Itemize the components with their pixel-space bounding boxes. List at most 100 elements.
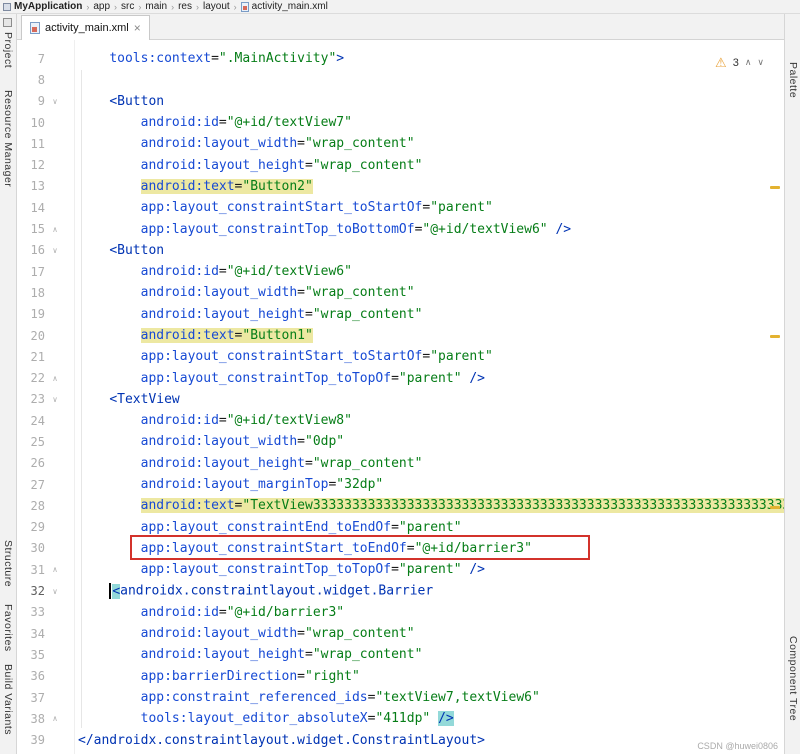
code-text: android:id="@+id/textView6" (140, 264, 352, 280)
tool-button-favorites[interactable]: Favorites (2, 604, 14, 652)
code-text: android:layout_width="wrap_content" (140, 626, 415, 642)
line-number: 27 (30, 477, 45, 492)
inspections-widget[interactable]: ⚠ 3 ∧ ∨ (715, 56, 764, 69)
breadcrumb-separator: › (233, 1, 237, 12)
fold-down-icon[interactable]: ∨ (45, 395, 65, 404)
chevron-up-icon[interactable]: ∧ (745, 58, 752, 67)
fold-down-icon[interactable]: ∨ (45, 246, 65, 255)
code-text: android:layout_height="wrap_content" (140, 455, 423, 471)
watermark: CSDN @huwei0806 (697, 741, 778, 751)
code-line[interactable]: 27 android:layout_marginTop="32dp" (17, 474, 784, 495)
code-text: app:layout_constraintTop_toTopOf="parent… (140, 370, 486, 386)
code-line[interactable]: 13 android:text="Button2" (17, 176, 784, 197)
breadcrumb-separator: › (114, 1, 118, 12)
line-number: 8 (37, 72, 45, 87)
code-line[interactable]: 18 android:layout_width="wrap_content" (17, 282, 784, 303)
android-studio-window: MyApplication › app › src › main › res ›… (0, 0, 800, 754)
code-text: <TextView (109, 391, 180, 407)
code-text: <Button (109, 242, 165, 258)
stripe-warning-mark[interactable] (770, 506, 780, 509)
line-number: 19 (30, 307, 45, 322)
line-number: 31 (30, 562, 45, 577)
tool-button-project[interactable]: Project (2, 32, 14, 68)
code-line[interactable]: 33 android:id="@+id/barrier3" (17, 602, 784, 623)
code-line[interactable]: 21 app:layout_constraintStart_toStartOf="… (17, 346, 784, 367)
code-line[interactable]: 36 app:barrierDirection="right" (17, 666, 784, 687)
layout-file-icon (240, 1, 249, 12)
code-line[interactable]: 25 android:layout_width="0dp" (17, 431, 784, 452)
line-number: 18 (30, 285, 45, 300)
code-text: android:layout_height="wrap_content" (140, 157, 423, 173)
breadcrumb-item-src[interactable]: src (121, 1, 134, 12)
code-text: <androidx.constraintlayout.widget.Barrie… (78, 583, 433, 600)
breadcrumb-item-file[interactable]: activity_main.xml (252, 1, 328, 12)
code-line[interactable]: 37 app:constraint_referenced_ids="textVie… (17, 687, 784, 708)
line-number: 23 (30, 392, 45, 407)
tool-button-palette[interactable]: Palette (787, 62, 799, 98)
tool-button-component-tree[interactable]: Component Tree (787, 636, 799, 721)
line-number: 26 (30, 456, 45, 471)
fold-up-icon[interactable]: ∧ (45, 374, 65, 383)
stripe-warning-mark[interactable] (770, 186, 780, 189)
stripe-warning-mark[interactable] (770, 335, 780, 338)
code-line[interactable]: 24 android:id="@+id/textView8" (17, 410, 784, 431)
fold-down-icon[interactable]: ∨ (45, 587, 65, 596)
code-text: tools:layout_editor_absoluteX="411dp" /> (140, 711, 454, 727)
breadcrumb-separator: › (138, 1, 142, 12)
code-line[interactable]: 9 ∨ <Button (17, 91, 784, 112)
breadcrumb-item-layout[interactable]: layout (203, 1, 230, 12)
tab-close-icon[interactable]: × (134, 22, 141, 34)
code-text: app:layout_constraintTop_toBottomOf="@+i… (140, 221, 572, 237)
code-line[interactable]: 26 android:layout_height="wrap_content" (17, 453, 784, 474)
breadcrumb-separator: › (195, 1, 199, 12)
code-line[interactable]: 10 android:id="@+id/textView7" (17, 112, 784, 133)
code-text: <Button (109, 93, 165, 109)
code-line[interactable]: 8 (17, 69, 784, 90)
tab-activity-main-xml[interactable]: activity_main.xml × (21, 15, 150, 40)
warning-icon: ⚠ (715, 55, 727, 70)
tool-button-resource-manager[interactable]: Resource Manager (2, 90, 14, 187)
code-text: android:id="@+id/barrier3" (140, 604, 345, 620)
code-line[interactable]: 12 android:layout_height="wrap_content" (17, 154, 784, 175)
editor-tab-bar: activity_main.xml × (17, 14, 784, 40)
breadcrumb-item-app[interactable]: app (93, 1, 110, 12)
code-line[interactable]: 7 tools:context=".MainActivity"> (17, 48, 784, 69)
code-line[interactable]: 17 android:id="@+id/textView6" (17, 261, 784, 282)
code-line[interactable]: 31 ∧ app:layout_constraintTop_toTopOf="par… (17, 559, 784, 580)
code-line[interactable]: 20 android:text="Button1" (17, 325, 784, 346)
code-text: android:layout_marginTop="32dp" (140, 477, 384, 493)
code-line[interactable]: 35 android:layout_height="wrap_content" (17, 644, 784, 665)
line-number: 30 (30, 541, 45, 556)
line-number: 14 (30, 200, 45, 215)
breadcrumb-item-res[interactable]: res (178, 1, 192, 12)
tool-button-build-variants[interactable]: Build Variants (2, 664, 14, 735)
right-tool-strip: Palette Component Tree (784, 14, 800, 754)
code-line[interactable]: 38 ∧ tools:layout_editor_absoluteX="411dp"… (17, 708, 784, 729)
fold-up-icon[interactable]: ∧ (45, 225, 65, 234)
breadcrumb-item-main[interactable]: main (145, 1, 167, 12)
code-line[interactable]: 39 </androidx.constraintlayout.widget.Con… (17, 730, 784, 751)
tool-button-structure[interactable]: Structure (2, 540, 14, 587)
fold-down-icon[interactable]: ∨ (45, 97, 65, 106)
code-text: android:layout_width="0dp" (140, 434, 345, 450)
chevron-down-icon[interactable]: ∨ (757, 58, 764, 67)
code-text: app:layout_constraintEnd_toEndOf="parent… (140, 519, 462, 535)
fold-up-icon[interactable]: ∧ (45, 714, 65, 723)
code-text: android:text="TextView333333333333333333… (78, 498, 784, 514)
fold-up-icon[interactable]: ∧ (45, 565, 65, 574)
code-line[interactable]: 19 android:layout_height="wrap_content" (17, 304, 784, 325)
code-line[interactable]: 32 ∨ <androidx.constraintlayout.widget.Bar… (17, 580, 784, 601)
editor[interactable]: 7 tools:context=".MainActivity"> 8 9 ∨ <Butto… (17, 40, 784, 754)
code-line[interactable]: 23 ∨ <TextView (17, 389, 784, 410)
code-line[interactable]: 28 android:text="TextView3333333333333333… (17, 495, 784, 516)
code-line[interactable]: 16 ∨ <Button (17, 240, 784, 261)
code-line[interactable]: 34 android:layout_width="wrap_content" (17, 623, 784, 644)
line-number: 29 (30, 520, 45, 535)
code-line[interactable]: 14 app:layout_constraintStart_toStartOf="… (17, 197, 784, 218)
code-line[interactable]: 22 ∧ app:layout_constraintTop_toTopOf="par… (17, 367, 784, 388)
breadcrumb-item-project[interactable]: MyApplication (14, 1, 82, 12)
line-number: 22 (30, 371, 45, 386)
line-number: 16 (30, 243, 45, 258)
code-line[interactable]: 11 android:layout_width="wrap_content" (17, 133, 784, 154)
code-line[interactable]: 15 ∧ app:layout_constraintTop_toBottomOf="… (17, 218, 784, 239)
